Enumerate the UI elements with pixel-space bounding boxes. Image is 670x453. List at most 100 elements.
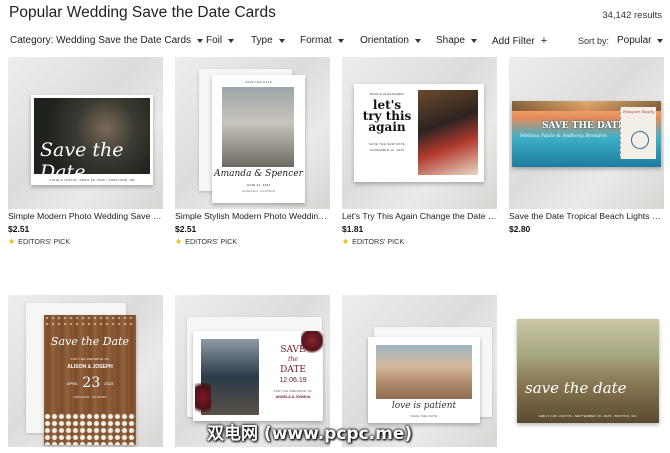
product-title[interactable]: Simple Modern Photo Wedding Save the Dat…	[8, 211, 163, 221]
stamp-label: Passport Ready	[623, 109, 655, 114]
product-image[interactable]: SAVE THE DATE Amanda & Spencer JUNE 24, …	[175, 57, 330, 209]
card-date: JUNE 24, 2023	[246, 183, 271, 187]
card-mockup: save the date EMILY AND JUSTIN • SEPTEMB…	[517, 319, 659, 423]
couple-photo	[418, 90, 478, 175]
card-mockup: SAVE THE DATE Melissa Paulo & Anthony Br…	[512, 101, 661, 167]
card-top: SAVE THE DATE	[244, 80, 273, 84]
card-headline: love is patient	[391, 401, 457, 411]
chevron-down-icon	[197, 38, 204, 43]
filter-bar: Category: Wedding Save the Date Cards Fo…	[0, 35, 670, 51]
add-filter-button[interactable]: Add Filter +	[492, 35, 547, 47]
chevron-down-icon	[337, 38, 344, 43]
badge-label: EDITORS' PICK	[185, 237, 238, 246]
orientation-filter[interactable]: Orientation	[360, 35, 421, 46]
product-price: $2.51	[175, 224, 197, 234]
lace-pattern	[44, 413, 136, 445]
type-filter-label: Type	[251, 35, 273, 46]
card-footer: KATIE & JUSTIN • APRIL 16, 2025 • PORTLA…	[49, 178, 135, 182]
chevron-down-icon	[228, 38, 235, 43]
stamp-icon	[631, 131, 649, 149]
product-image[interactable]: save the date EMILY AND JUSTIN • SEPTEMB…	[509, 295, 664, 447]
card-sub: SAVE THE NEW DATE	[368, 142, 406, 146]
star-icon: ★	[8, 237, 16, 246]
badge-label: EDITORS' PICK	[352, 237, 405, 246]
format-filter-label: Format	[300, 35, 332, 46]
card-names: ANGELA & JOSHUA	[275, 395, 311, 399]
card-names: Melissa Paulo & Anthony Brandon	[520, 133, 607, 139]
star-icon: ★	[342, 237, 350, 246]
card-mockup: SAVE THE DATE Amanda & Spencer JUNE 24, …	[212, 75, 305, 203]
card-place: CHICAGO, ILLINOIS	[241, 189, 276, 193]
card-date: 12.06.19	[279, 377, 307, 384]
product-card[interactable]: Save the Date FOR THE WEDDING OF ALISON …	[8, 295, 163, 447]
card-sub: SAVE THE DATE	[410, 414, 438, 418]
ticket-stub: Passport Ready	[620, 107, 656, 159]
product-price: $2.51	[8, 224, 30, 234]
shape-filter[interactable]: Shape	[436, 35, 477, 46]
sort-label: Sort by:	[578, 36, 610, 46]
card-sub: FOR THE WEDDING OF	[273, 389, 313, 393]
product-card[interactable]: ERIN & ALEXANDER let's try this again SA…	[342, 57, 497, 246]
type-filter[interactable]: Type	[251, 35, 285, 46]
card-headline: let's try this again	[362, 98, 412, 134]
badge-label: EDITORS' PICK	[18, 237, 71, 246]
foil-filter[interactable]: Foil	[206, 35, 235, 46]
chevron-down-icon	[414, 38, 421, 43]
card-headline: SAVE THE DATE	[542, 121, 625, 131]
card-mockup: Save the Date KATIE & JUSTIN • APRIL 16,…	[31, 95, 153, 185]
chevron-down-icon	[470, 38, 477, 43]
product-card[interactable]: SAVE THE DATE Melissa Paulo & Anthony Br…	[509, 57, 664, 234]
plus-icon: +	[540, 35, 548, 47]
couple-photo	[222, 87, 294, 167]
category-filter[interactable]: Category: Wedding Save the Date Cards	[10, 35, 204, 46]
product-price: $1.81	[342, 224, 364, 234]
orientation-filter-label: Orientation	[360, 35, 409, 46]
product-image[interactable]: ERIN & ALEXANDER let's try this again SA…	[342, 57, 497, 209]
card-headline: Save the Date	[50, 335, 130, 348]
card-headline: SAVE the DATE	[280, 345, 306, 375]
card-place: CHICAGO, ILLINOIS	[73, 395, 107, 399]
card-names: Amanda & Spencer	[214, 169, 303, 179]
product-price: $2.80	[509, 224, 531, 234]
product-card[interactable]: Save the Date KATIE & JUSTIN • APRIL 16,…	[8, 57, 163, 246]
card-mockup: ERIN & ALEXANDER let's try this again SA…	[354, 84, 484, 182]
product-image[interactable]: Save the Date FOR THE WEDDING OF ALISON …	[8, 295, 163, 447]
watermark: 双电网 (www.pcpc.me)	[207, 424, 413, 444]
result-count: 34,142 results	[602, 10, 662, 21]
category-filter-label: Category: Wedding Save the Date Cards	[10, 35, 192, 46]
editors-pick-badge: ★ EDITORS' PICK	[342, 237, 497, 246]
format-filter[interactable]: Format	[300, 35, 344, 46]
product-title[interactable]: Let's Try This Again Change the Date Wed…	[342, 211, 497, 221]
editors-pick-badge: ★ EDITORS' PICK	[8, 237, 163, 246]
card-mockup: SAVE the DATE 12.06.19 FOR THE WEDDING O…	[193, 331, 323, 421]
card-date: APRIL 23 2023	[66, 375, 114, 391]
editors-pick-badge: ★ EDITORS' PICK	[175, 237, 330, 246]
sort-dropdown[interactable]: Popular	[617, 35, 664, 46]
product-image[interactable]: SAVE THE DATE Melissa Paulo & Anthony Br…	[509, 57, 664, 209]
card-footer: EMILY AND JUSTIN • SEPTEMBER 18, 2025 • …	[539, 414, 637, 418]
chevron-down-icon	[278, 38, 285, 43]
product-card[interactable]: SAVE THE DATE Amanda & Spencer JUNE 24, …	[175, 57, 330, 246]
floral-decoration	[195, 383, 211, 419]
string-lights	[44, 315, 136, 327]
product-title[interactable]: Save the Date Tropical Beach Lights Boar…	[509, 211, 664, 221]
product-image[interactable]: Save the Date KATIE & JUSTIN • APRIL 16,…	[8, 57, 163, 209]
page-title: Popular Wedding Save the Date Cards	[9, 4, 276, 21]
chevron-down-icon	[657, 38, 664, 43]
card-mockup: love is patient SAVE THE DATE	[368, 337, 480, 423]
product-title[interactable]: Simple Stylish Modern Photo Wedding Save…	[175, 211, 330, 221]
couple-photo	[376, 345, 472, 399]
add-filter-label: Add Filter	[492, 35, 535, 47]
star-icon: ★	[175, 237, 183, 246]
shape-filter-label: Shape	[436, 35, 465, 46]
sort-value: Popular	[617, 35, 652, 46]
card-sub: FOR THE WEDDING OF	[70, 357, 110, 361]
card-headline: save the date	[525, 379, 627, 397]
card-names: ERIN & ALEXANDER	[370, 92, 404, 96]
product-grid: Save the Date KATIE & JUSTIN • APRIL 16,…	[0, 57, 670, 453]
card-names: ALISON & JOSEPH	[67, 364, 113, 370]
foil-filter-label: Foil	[206, 35, 223, 46]
card-date: NOVEMBER 16, 2025	[369, 148, 405, 152]
product-card[interactable]: save the date EMILY AND JUSTIN • SEPTEMB…	[509, 295, 664, 447]
card-mockup: Save the Date FOR THE WEDDING OF ALISON …	[44, 315, 136, 445]
